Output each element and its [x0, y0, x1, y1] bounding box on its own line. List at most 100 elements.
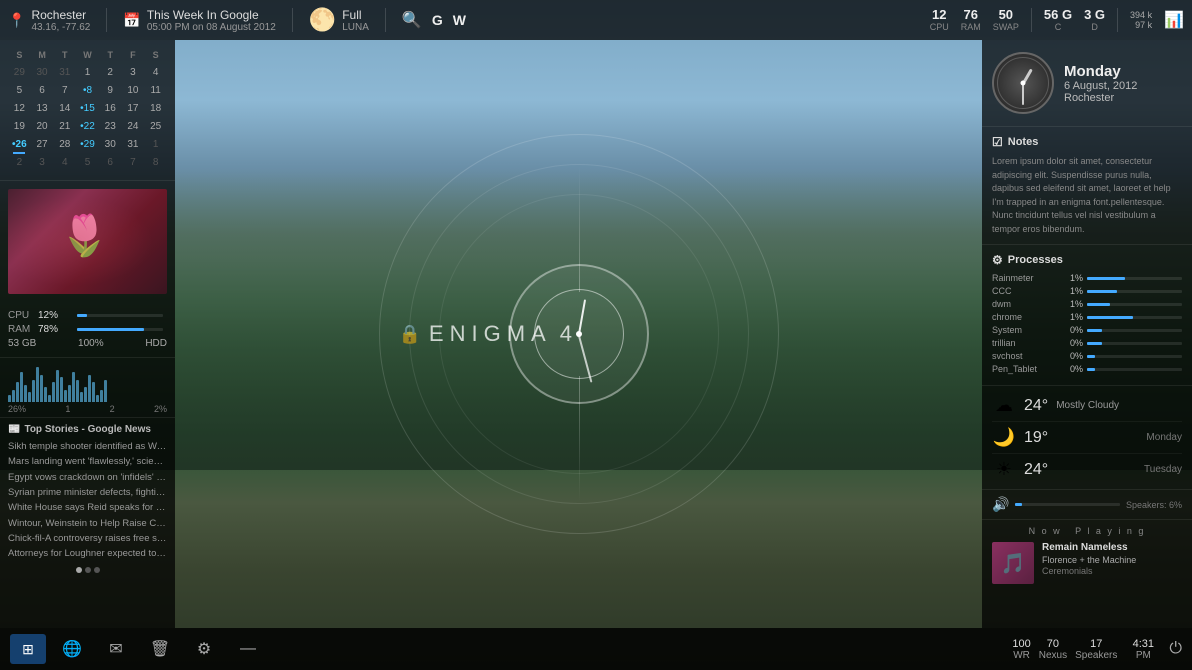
- location-widget: 📍 Rochester 43.16, -77.62: [8, 8, 90, 33]
- calendar-cell: 5: [8, 82, 31, 100]
- news-item[interactable]: Mars landing went 'flawlessly,' scienti.…: [8, 456, 167, 468]
- calendar-cell: 7: [122, 154, 145, 172]
- viz-bar: [8, 395, 11, 403]
- viz-bar: [68, 385, 71, 403]
- calendar-cell: •15: [76, 100, 99, 118]
- viz-bars-container: [8, 362, 167, 402]
- cpu-bar: [77, 314, 163, 317]
- process-row: System 0%: [992, 325, 1182, 335]
- topbar-right: 12 CPU 76 RAM 50 SWAP 56 G C 3 G D 394 k…: [930, 8, 1184, 32]
- enigma-clock-dot: [576, 331, 582, 337]
- calendar-cell: 23: [99, 118, 122, 136]
- calendar-cell: 20: [31, 118, 54, 136]
- volume-fill: [1015, 503, 1021, 506]
- track-artist: Florence + the Machine: [1042, 555, 1182, 565]
- news-item[interactable]: Egypt vows crackdown on 'infidels' aft..…: [8, 472, 167, 484]
- viz-bar: [12, 390, 15, 403]
- viz-bar: [52, 382, 55, 402]
- taskbar-clock: 4:31 PM: [1125, 638, 1161, 661]
- news-item[interactable]: Wintour, Weinstein to Help Raise Cash...: [8, 518, 167, 530]
- calendar-cell: 24: [122, 118, 145, 136]
- news-dot-3[interactable]: [94, 567, 100, 573]
- topbar: 📍 Rochester 43.16, -77.62 📅 This Week In…: [0, 0, 1192, 40]
- news-pagination: [8, 567, 167, 573]
- clock-info: Monday 6 August, 2012 Rochester: [1064, 63, 1137, 104]
- process-row: svchost 0%: [992, 351, 1182, 361]
- taskbar-btn-misc[interactable]: —: [230, 634, 266, 664]
- viz-bar: [56, 370, 59, 403]
- viz-bar: [76, 380, 79, 403]
- taskbar-btn-browser[interactable]: 🌐: [54, 634, 90, 664]
- moon-sub: LUNA: [342, 22, 369, 33]
- calendar-cell: 1: [76, 64, 99, 82]
- news-item[interactable]: Attorneys for Loughner expected to e...: [8, 548, 167, 560]
- notes-icon: ☑: [992, 135, 1003, 149]
- enigma-lock-icon: 🔒: [399, 324, 421, 345]
- track-album: Ceremonials: [1042, 566, 1182, 576]
- processes-list: Rainmeter 1% CCC 1% dwm 1% chrome 1% Sys…: [992, 273, 1182, 374]
- volume-bar[interactable]: [1015, 503, 1120, 506]
- taskbar-stat-nexus: 70 Nexus: [1039, 638, 1067, 661]
- system-stats: CPU 12% RAM 78% 53 GB 100% HDD: [0, 302, 175, 358]
- calendar-cell: 4: [53, 154, 76, 172]
- weather-row: ☀ 24° Tuesday: [992, 454, 1182, 485]
- calendar-cell: 7: [53, 82, 76, 100]
- process-row: dwm 1%: [992, 299, 1182, 309]
- minute-hand: [1022, 83, 1024, 105]
- album-art: 🎵: [992, 542, 1034, 584]
- now-playing-content: 🎵 Remain Nameless Florence + the Machine…: [992, 542, 1182, 584]
- calendar-cell: 12: [8, 100, 31, 118]
- calendar-cell: 5: [76, 154, 99, 172]
- volume-label: Speakers: 6%: [1126, 500, 1182, 510]
- viz-bar: [44, 387, 47, 402]
- location-name: Rochester: [31, 8, 90, 22]
- calendar-cell: 30: [31, 64, 54, 82]
- process-row: trillian 0%: [992, 338, 1182, 348]
- start-button[interactable]: ⊞: [10, 634, 46, 664]
- taskbar-btn-mail[interactable]: ✉: [98, 634, 134, 664]
- wikipedia-icon[interactable]: W: [453, 12, 466, 28]
- calendar-cell: 2: [8, 154, 31, 172]
- calendar-cell: 6: [99, 154, 122, 172]
- news-list: Sikh temple shooter identified as Wad...…: [8, 441, 167, 561]
- news-item[interactable]: White House says Reid speaks for him...: [8, 502, 167, 514]
- flower-icon: [60, 212, 100, 272]
- calendar-grid: 2930311234567•891011121314•1516171819202…: [8, 64, 167, 172]
- location-coords: 43.16, -77.62: [31, 22, 90, 33]
- disk-d-stat: 3 G D: [1084, 8, 1105, 32]
- calendar-cell: 30: [99, 136, 122, 154]
- process-row: CCC 1%: [992, 286, 1182, 296]
- news-item[interactable]: Syrian prime minister defects, fightin..…: [8, 487, 167, 499]
- moon-phase: Full: [342, 8, 369, 22]
- news-dot-2[interactable]: [85, 567, 91, 573]
- viz-bar: [72, 372, 75, 402]
- calendar-time: 05:00 PM on 08 August 2012: [147, 22, 276, 33]
- taskbar-power-icon[interactable]: ⏻: [1169, 640, 1182, 658]
- search-icon[interactable]: 🔍: [402, 10, 422, 30]
- weather-row: 🌙 19° Monday: [992, 422, 1182, 454]
- notes-title: ☑ Notes: [992, 135, 1182, 149]
- viz-bar: [88, 375, 91, 403]
- news-item[interactable]: Sikh temple shooter identified as Wad...: [8, 441, 167, 453]
- calendar-cell: 1: [144, 136, 167, 154]
- calendar-cell: 29: [8, 64, 31, 82]
- notes-text: Lorem ipsum dolor sit amet, consectetur …: [992, 155, 1182, 236]
- viz-bar: [60, 377, 63, 402]
- taskbar-btn-settings[interactable]: ⚙: [186, 634, 222, 664]
- now-playing-section: N o w P l a y i n g 🎵 Remain Nameless Fl…: [982, 520, 1192, 590]
- viz-bar: [84, 387, 87, 402]
- calendar-cell: 6: [31, 82, 54, 100]
- viz-info: 26% 1 2 2%: [8, 404, 167, 414]
- news-section: 📰 Top Stories - Google News Sikh temple …: [0, 418, 175, 628]
- volume-section: 🔊 Speakers: 6%: [982, 490, 1192, 520]
- taskbar-btn-trash[interactable]: 🗑: [142, 634, 178, 664]
- enigma-text: ENIGMA: [429, 321, 552, 347]
- news-dot-1[interactable]: [76, 567, 82, 573]
- google-icon[interactable]: G: [432, 12, 443, 28]
- cpu-row: CPU 12%: [8, 310, 167, 321]
- news-item[interactable]: Chick-fil-A controversy raises free spe.…: [8, 533, 167, 545]
- clock-date: 6 August, 2012: [1064, 80, 1137, 92]
- enigma-label: 🔒 ENIGMA 4: [399, 321, 572, 347]
- now-playing-label: N o w P l a y i n g: [992, 526, 1182, 536]
- swap-stat: 50 SWAP: [993, 8, 1019, 32]
